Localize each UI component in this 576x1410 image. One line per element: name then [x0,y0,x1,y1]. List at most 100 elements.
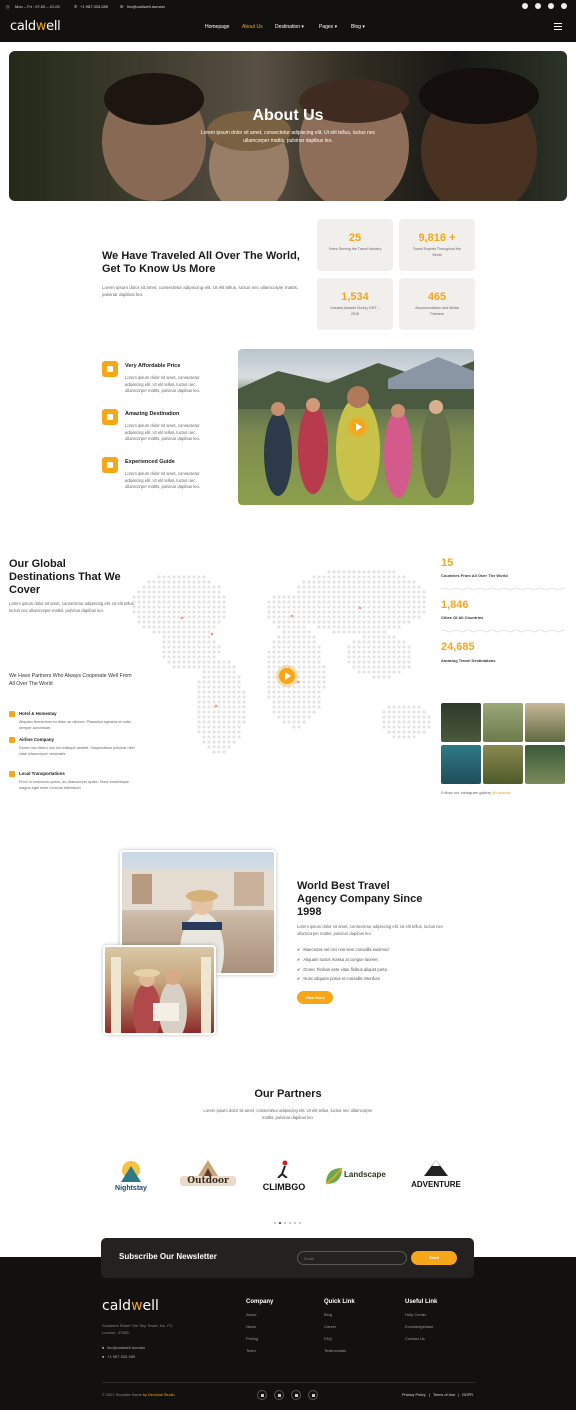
location-icon [102,409,118,425]
partner-logo-outdoor[interactable]: Outdoor [180,1158,236,1198]
partner-logo-nightstay[interactable]: Nightstay [103,1158,159,1198]
carousel-dot[interactable] [274,1222,276,1224]
mail-icon: ✉ [120,4,124,9]
hero-banner: About Us Lorem ipsum dolor sit amet, con… [9,51,567,201]
footer-link[interactable]: FAQ [324,1336,332,1341]
footer-link[interactable]: Pricing [246,1336,258,1341]
gdpr-link[interactable]: GDPR [462,1393,473,1397]
instagram-follow: Follow our instagram gallery @caldwell [441,790,511,795]
footer-twitter-icon[interactable] [274,1390,284,1400]
youtube-icon[interactable] [548,3,554,9]
stat-card: 9,816 + Travel Experts Throughout the Wor… [399,219,475,271]
linkedin-icon[interactable] [535,3,541,9]
newsletter-send-button[interactable]: Send [411,1251,457,1265]
partner-logo-landscape[interactable]: Landscape [324,1158,396,1198]
site-logo[interactable]: caldwell [10,19,61,34]
instagram-handle-link[interactable]: @caldwell [492,790,510,795]
footer-link[interactable]: Knowledgebase [405,1324,433,1329]
newsletter-title: Subscribe Our Newsletter [119,1252,217,1261]
nav-about-us[interactable]: About Us [242,24,263,30]
nav-homepage[interactable]: Homepage [205,24,229,30]
footer-instagram-icon[interactable] [308,1390,318,1400]
feature-text: Lorem ipsum dolor sit amet, consectetur … [125,375,200,393]
service-title: Airline Company [19,737,54,742]
stat-number: 465 [427,291,447,303]
destination-stat-label: Cities Of All Countries [441,615,484,620]
bus-icon [9,771,15,777]
destinations-text: Lorem ipsum dolor sit amet, consectetur … [9,601,135,613]
carousel-dot[interactable] [284,1222,286,1224]
carousel-dot[interactable] [299,1222,301,1224]
main-navigation: caldwell Homepage About Us Destination ▾… [0,12,576,42]
check-item: Donec Finibus ante vitae finibus aliquet… [297,967,387,972]
stat-label: Accommodation and Media Partners [415,306,459,316]
instagram-photo[interactable] [441,745,481,784]
facebook-icon[interactable] [522,3,528,9]
feature-title: Very Affordable Price [125,363,181,369]
nav-blog[interactable]: Blog ▾ [351,24,365,30]
footer-link[interactable]: Contact Us [405,1336,425,1341]
footer-link[interactable]: Team [246,1348,256,1353]
stat-number: 1,534 [341,291,369,303]
map-marker [210,632,214,636]
footer-link[interactable]: About [246,1312,256,1317]
carousel-dot-active[interactable] [279,1222,281,1224]
hero-photo [9,51,567,201]
footer-link[interactable]: Help Center [405,1312,426,1317]
footer-link[interactable]: Testimonials [324,1348,346,1353]
destination-stat-label: Amazing Travel Destinations [441,658,496,663]
instagram-photo[interactable] [525,745,565,784]
topbar-phone[interactable]: +1 987.333.289 [80,4,108,9]
feature-text: Lorem ipsum dolor sit amet, consectetur … [125,471,200,489]
partner-logo-climbgo[interactable]: CLIMBGO [256,1158,312,1198]
footer-facebook-icon[interactable] [257,1390,267,1400]
newsletter-email-input[interactable] [297,1251,407,1265]
phone-icon: ✆ [74,4,78,9]
terms-of-use-link[interactable]: Terms of Use [433,1393,455,1397]
stat-card: 1,534 Industry Awards During 1997 – 2018 [317,278,393,330]
wave-divider [441,629,565,633]
play-map-video-button[interactable] [279,668,295,684]
nav-pages[interactable]: Pages ▾ [319,24,337,30]
footer-link[interactable]: Blog [324,1312,332,1317]
footer-youtube-icon[interactable] [291,1390,301,1400]
plane-icon [9,737,15,743]
legal-separator: | [458,1393,459,1397]
instagram-photo[interactable] [525,703,565,742]
footer-logo[interactable]: caldwell [102,1298,159,1314]
footer-link[interactable]: Career [324,1324,336,1329]
travel-couple-illustration [111,957,211,1033]
instagram-icon[interactable] [561,3,567,9]
play-video-button[interactable] [350,419,366,435]
service-text: Donec non libero non leo tristique laore… [19,746,135,756]
menu-icon[interactable] [554,23,562,30]
footer-column-title: Useful Link [405,1299,438,1305]
nav-destination[interactable]: Destination ▾ [275,24,304,30]
carousel-dot[interactable] [289,1222,291,1224]
instagram-photo[interactable] [483,745,523,784]
star-icon [102,457,118,473]
view-more-button[interactable]: View More [297,991,333,1004]
feature-title: Experienced Guide [125,459,175,465]
footer-email[interactable]: hlo@caldwell.domain [102,1345,145,1350]
map-marker [180,616,184,620]
footer-divider [102,1382,475,1383]
instagram-photo[interactable] [483,703,523,742]
wave-divider [441,587,565,591]
check-item: Maecenas vel orci non sem convallis euis… [297,947,388,952]
footer-phone[interactable]: +1 987.333.289 [102,1354,135,1359]
stat-card: 465 Accommodation and Media Partners [399,278,475,330]
partners-heading: Our Partners [254,1088,322,1100]
partner-logo-adventure[interactable]: ADVENTURE [408,1158,464,1198]
studio-link[interactable]: by Dexvtual Studio [143,1393,175,1397]
privacy-policy-link[interactable]: Privacy Policy [402,1393,426,1397]
destination-stat-number: 1,846 [441,599,469,611]
stat-number: 9,816 + [418,232,456,244]
instagram-photo[interactable] [441,703,481,742]
peak-icon [424,1160,448,1176]
topbar-email[interactable]: hlo@caldwell.domain [127,4,165,9]
footer-link[interactable]: News [246,1324,256,1329]
carousel-dot[interactable] [294,1222,296,1224]
tent-icon [121,1161,141,1182]
check-item: Nunc aliquam purus et convallis interdum [297,976,380,981]
